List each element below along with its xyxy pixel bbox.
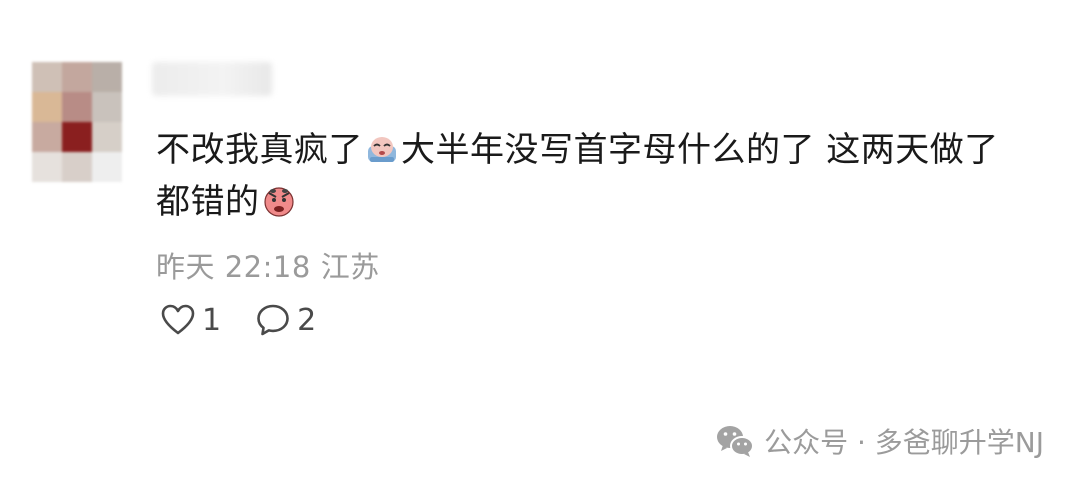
wechat-icon xyxy=(717,426,755,457)
avatar-pixel xyxy=(32,62,62,92)
angry-face-emoji-icon xyxy=(263,187,294,217)
avatar-pixel xyxy=(92,122,122,152)
heart-icon xyxy=(161,304,195,335)
avatar-pixel xyxy=(62,62,92,92)
username-blurred[interactable] xyxy=(152,62,272,96)
avatar-pixel xyxy=(92,152,122,182)
comment-time: 昨天 22:18 xyxy=(156,250,311,284)
comment-actions: 1 2 xyxy=(160,302,316,338)
avatar-pixel xyxy=(32,152,62,182)
comment-text-part2: 大半年没写首字母什么的了 这两天做了 xyxy=(401,130,999,170)
avatar-pixel xyxy=(62,92,92,122)
reply-button[interactable]: 2 xyxy=(255,302,316,338)
avatar-pixel xyxy=(62,122,92,152)
avatar-pixel xyxy=(92,62,122,92)
comment-screenshot: 不改我真疯了 大半年没写首字母什么的了 这两天做了 都错的 昨天 22:18 江苏 xyxy=(0,0,1080,483)
avatar-pixel xyxy=(62,152,92,182)
watermark: 公众号 · 多爸聊升学NJ xyxy=(714,420,1044,462)
avatar-pixel xyxy=(32,122,62,152)
comment-text-part1: 不改我真疯了 xyxy=(156,130,363,170)
comment-location: 江苏 xyxy=(320,250,380,284)
crying-face-emoji-icon xyxy=(368,137,396,162)
watermark-text: 公众号 · 多爸聊升学NJ xyxy=(764,426,1044,459)
comment-text-part3: 都错的 xyxy=(156,182,260,222)
reply-count: 2 xyxy=(297,302,317,338)
comment-bubble-icon xyxy=(257,304,289,336)
avatar[interactable] xyxy=(32,62,122,182)
like-button[interactable]: 1 xyxy=(160,302,221,338)
like-count: 1 xyxy=(202,302,222,338)
comment-meta: 昨天 22:18 江苏 xyxy=(156,244,380,286)
avatar-pixel xyxy=(92,92,122,122)
comment-text: 不改我真疯了 大半年没写首字母什么的了 这两天做了 都错的 xyxy=(156,124,1036,228)
avatar-pixel xyxy=(32,92,62,122)
